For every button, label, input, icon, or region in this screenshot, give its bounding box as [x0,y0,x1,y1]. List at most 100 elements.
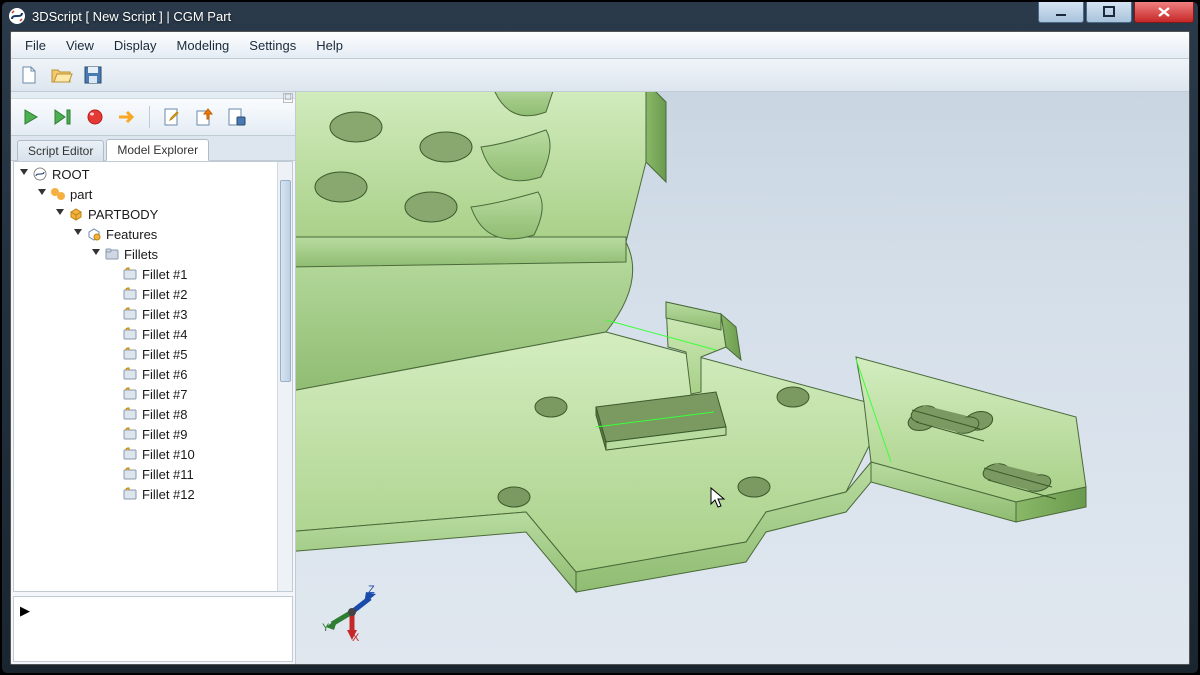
fillet-icon [122,446,138,462]
model-tree[interactable]: ROOT part PARTBODY Features Fillets Fillet #1… [13,161,293,592]
save-file-button[interactable] [79,62,107,88]
main-toolbar [11,59,1189,92]
tree-node-label: Fillet #4 [142,327,188,342]
tree-node-label: Features [106,227,157,242]
view-triad[interactable]: Z Y X [322,582,382,642]
tree-node-fillet-7[interactable]: Fillet #7 [14,384,278,404]
edit-script-button[interactable] [158,104,186,130]
console-panel[interactable]: ▶ [13,596,293,662]
tree-node-fillet-5[interactable]: Fillet #5 [14,344,278,364]
application-window: 3DScript [ New Script ] | CGM Part FileV… [2,2,1198,673]
tree-node-fillet-9[interactable]: Fillet #9 [14,424,278,444]
tree-node-root[interactable]: ROOT [14,164,278,184]
tree-node-label: Fillet #10 [142,447,195,462]
open-file-button[interactable] [47,62,75,88]
tree-node-part[interactable]: part [14,184,278,204]
tree-node-features[interactable]: Features [14,224,278,244]
console-caret-icon: ▶ [20,603,30,619]
script-toolbar [11,99,295,136]
fillet-icon [122,266,138,282]
tree-node-fillet-11[interactable]: Fillet #11 [14,464,278,484]
menu-display[interactable]: Display [104,34,167,57]
tree-twisty-icon[interactable] [72,228,84,240]
feat-icon [86,226,102,242]
tree-node-fillet-1[interactable]: Fillet #1 [14,264,278,284]
side-panel: ▢ Script EditorModel Explorer ROOT part PA… [11,92,296,664]
toolbar-separator [149,106,150,128]
fillet-icon [122,366,138,382]
3d-viewport[interactable]: Z Y X [296,92,1189,664]
part-render [296,92,1189,662]
tree-node-fillet-8[interactable]: Fillet #8 [14,404,278,424]
menu-file[interactable]: File [15,34,56,57]
tree-twisty-icon[interactable] [36,188,48,200]
tree-node-fillet-6[interactable]: Fillet #6 [14,364,278,384]
record-button[interactable] [81,104,109,130]
body-icon [68,206,84,222]
new-file-button[interactable] [15,62,43,88]
fillet-icon [122,426,138,442]
fillet-icon [122,406,138,422]
tree-twisty-icon[interactable] [18,168,30,180]
axis-z-label: Z [368,584,375,596]
tree-node-partbody[interactable]: PARTBODY [14,204,278,224]
run-step-button[interactable] [49,104,77,130]
tree-node-label: Fillet #6 [142,367,188,382]
tree-node-label: Fillet #5 [142,347,188,362]
tree-node-label: Fillet #2 [142,287,188,302]
run-button[interactable] [17,104,45,130]
folder-icon [104,246,120,262]
fillet-icon [122,306,138,322]
tree-twisty-icon[interactable] [90,248,102,260]
tree-node-label: Fillet #8 [142,407,188,422]
menu-settings[interactable]: Settings [239,34,306,57]
fillet-icon [122,486,138,502]
tree-node-label: Fillet #7 [142,387,188,402]
tree-node-fillet-3[interactable]: Fillet #3 [14,304,278,324]
undock-icon[interactable]: ▢ [283,93,293,103]
panel-tabs: Script EditorModel Explorer [11,136,295,161]
fillet-icon [122,466,138,482]
axis-y-label: Y [322,622,329,634]
close-button[interactable] [1134,2,1194,23]
menu-view[interactable]: View [56,34,104,57]
menu-help[interactable]: Help [306,34,353,57]
tree-node-fillet-4[interactable]: Fillet #4 [14,324,278,344]
cursor-icon [710,487,726,509]
window-title: 3DScript [ New Script ] | CGM Part [32,9,231,24]
fillet-icon [122,386,138,402]
tree-node-label: Fillet #12 [142,487,195,502]
tree-node-fillet-2[interactable]: Fillet #2 [14,284,278,304]
step-over-button[interactable] [113,104,141,130]
tree-node-fillet-12[interactable]: Fillet #12 [14,484,278,504]
tree-node-label: part [70,187,92,202]
panel-header[interactable]: ▢ [11,92,295,99]
axis-x-label: X [352,632,359,644]
fillet-icon [122,286,138,302]
minimize-button[interactable] [1038,2,1084,23]
tree-node-label: Fillet #3 [142,307,188,322]
menu-modeling[interactable]: Modeling [167,34,240,57]
tree-node-label: Fillet #9 [142,427,188,442]
part-icon [50,186,66,202]
maximize-button[interactable] [1086,2,1132,23]
tree-node-label: Fillets [124,247,158,262]
tree-node-fillets[interactable]: Fillets [14,244,278,264]
title-bar[interactable]: 3DScript [ New Script ] | CGM Part [2,2,1198,30]
root-icon [32,166,48,182]
tree-node-label: PARTBODY [88,207,158,222]
fillet-icon [122,326,138,342]
fillet-icon [122,346,138,362]
tab-script-editor[interactable]: Script Editor [17,140,104,161]
tree-node-fillet-10[interactable]: Fillet #10 [14,444,278,464]
tree-node-label: Fillet #1 [142,267,188,282]
export-config-button[interactable] [222,104,250,130]
tree-node-label: ROOT [52,167,90,182]
export-up-button[interactable] [190,104,218,130]
menu-bar: FileViewDisplayModelingSettingsHelp [11,32,1189,59]
tree-scrollbar[interactable] [277,162,292,591]
tree-node-label: Fillet #11 [142,467,194,482]
scroll-thumb[interactable] [280,180,291,382]
tab-model-explorer[interactable]: Model Explorer [106,139,209,161]
tree-twisty-icon[interactable] [54,208,66,220]
